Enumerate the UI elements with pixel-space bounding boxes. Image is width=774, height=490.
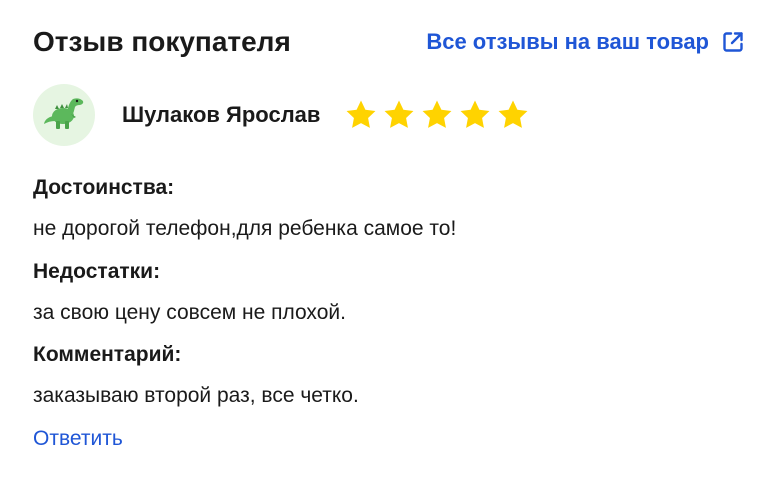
cons-label: Недостатки: [33, 260, 161, 283]
pros-text: не дорогой телефон,для ребенка самое то! [33, 217, 457, 240]
review-header: Отзыв покупателя Все отзывы на ваш товар [33, 22, 745, 62]
comment-label: Комментарий: [33, 343, 182, 366]
star-icon [420, 98, 454, 132]
star-icon [382, 98, 416, 132]
rating-stars [344, 98, 534, 132]
star-icon [458, 98, 492, 132]
star-icon [496, 98, 530, 132]
author-row: Шулаков Ярослав [33, 84, 534, 146]
all-reviews-link[interactable]: Все отзывы на ваш товар [426, 22, 745, 62]
cons-section: Недостатки: за свою цену совсем не плохо… [33, 258, 346, 327]
comment-section: Комментарий: заказываю второй раз, все ч… [33, 341, 359, 410]
comment-text: заказываю второй раз, все четко. [33, 384, 359, 407]
cons-text: за свою цену совсем не плохой. [33, 301, 346, 324]
reply-button[interactable]: Ответить [33, 425, 123, 453]
dinosaur-icon [43, 94, 85, 137]
pros-section: Достоинства: не дорогой телефон,для ребе… [33, 174, 456, 243]
all-reviews-label: Все отзывы на ваш товар [426, 29, 709, 54]
external-link-icon [721, 30, 745, 54]
star-icon [344, 98, 378, 132]
avatar [33, 84, 95, 146]
pros-label: Достоинства: [33, 176, 175, 199]
page-title: Отзыв покупателя [33, 26, 291, 57]
author-name: Шулаков Ярослав [122, 102, 321, 127]
